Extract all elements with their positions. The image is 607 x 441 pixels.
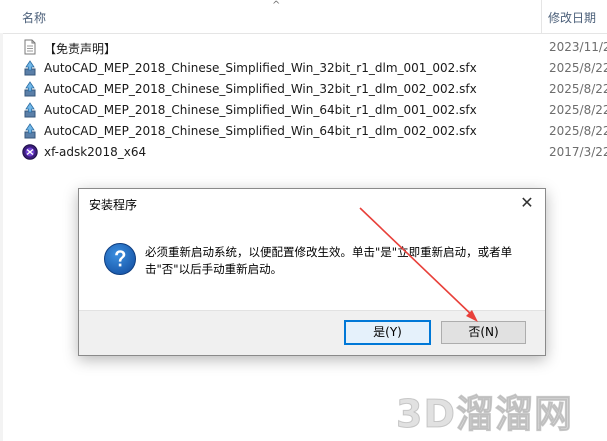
file-date: 2023/11/2 [549, 40, 607, 54]
column-header-name[interactable]: 名称 [22, 9, 46, 26]
installer-icon [24, 123, 36, 139]
column-divider[interactable] [541, 0, 542, 33]
keygen-icon [22, 144, 38, 160]
file-name: AutoCAD_MEP_2018_Chinese_Simplified_Win_… [44, 61, 477, 75]
question-icon [104, 243, 136, 275]
installer-icon [24, 102, 36, 118]
dialog-message: 必须重新启动系统，以便配置修改生效。单击"是"立即重新启动，或者单击"否"以后手… [145, 245, 513, 276]
restart-dialog: 安装程序 ✕ 必须重新启动系统，以便配置修改生效。单击"是"立即重新启动，或者单… [78, 188, 546, 356]
installer-icon [24, 81, 36, 97]
file-name: AutoCAD_MEP_2018_Chinese_Simplified_Win_… [44, 103, 477, 117]
document-icon [24, 39, 36, 55]
file-name: AutoCAD_MEP_2018_Chinese_Simplified_Win_… [44, 124, 477, 138]
list-item[interactable]: AutoCAD_MEP_2018_Chinese_Simplified_Win_… [0, 58, 607, 79]
file-date: 2017/3/22 [549, 145, 607, 159]
column-header-date[interactable]: 修改日期 [548, 9, 596, 26]
installer-icon [24, 60, 36, 76]
no-button[interactable]: 否(N) [441, 321, 526, 344]
close-icon[interactable]: ✕ [517, 193, 537, 213]
watermark-text: 3D溜溜网 [396, 392, 573, 437]
dialog-button-bar: 是(Y) 否(N) [79, 310, 545, 355]
file-name: 【免责声明】 [44, 42, 117, 56]
file-name: AutoCAD_MEP_2018_Chinese_Simplified_Win_… [44, 82, 477, 96]
file-date: 2025/8/22 [549, 124, 607, 138]
dialog-title: 安装程序 [89, 198, 138, 212]
file-date: 2025/8/22 [549, 82, 607, 96]
list-item[interactable]: AutoCAD_MEP_2018_Chinese_Simplified_Win_… [0, 100, 607, 121]
file-date: 2025/8/22 [549, 103, 607, 117]
list-item[interactable]: 【免责声明】 2023/11/2 [0, 37, 607, 58]
file-name: xf-adsk2018_x64 [44, 145, 147, 159]
list-item[interactable]: AutoCAD_MEP_2018_Chinese_Simplified_Win_… [0, 79, 607, 100]
file-date: 2025/8/22 [549, 61, 607, 75]
sort-ascending-icon: ^ [272, 0, 281, 11]
list-item[interactable]: xf-adsk2018_x64 2017/3/22 [0, 142, 607, 163]
file-list-header: 名称 ^ 修改日期 [0, 0, 607, 34]
list-item[interactable]: AutoCAD_MEP_2018_Chinese_Simplified_Win_… [0, 121, 607, 142]
yes-button[interactable]: 是(Y) [344, 320, 431, 345]
